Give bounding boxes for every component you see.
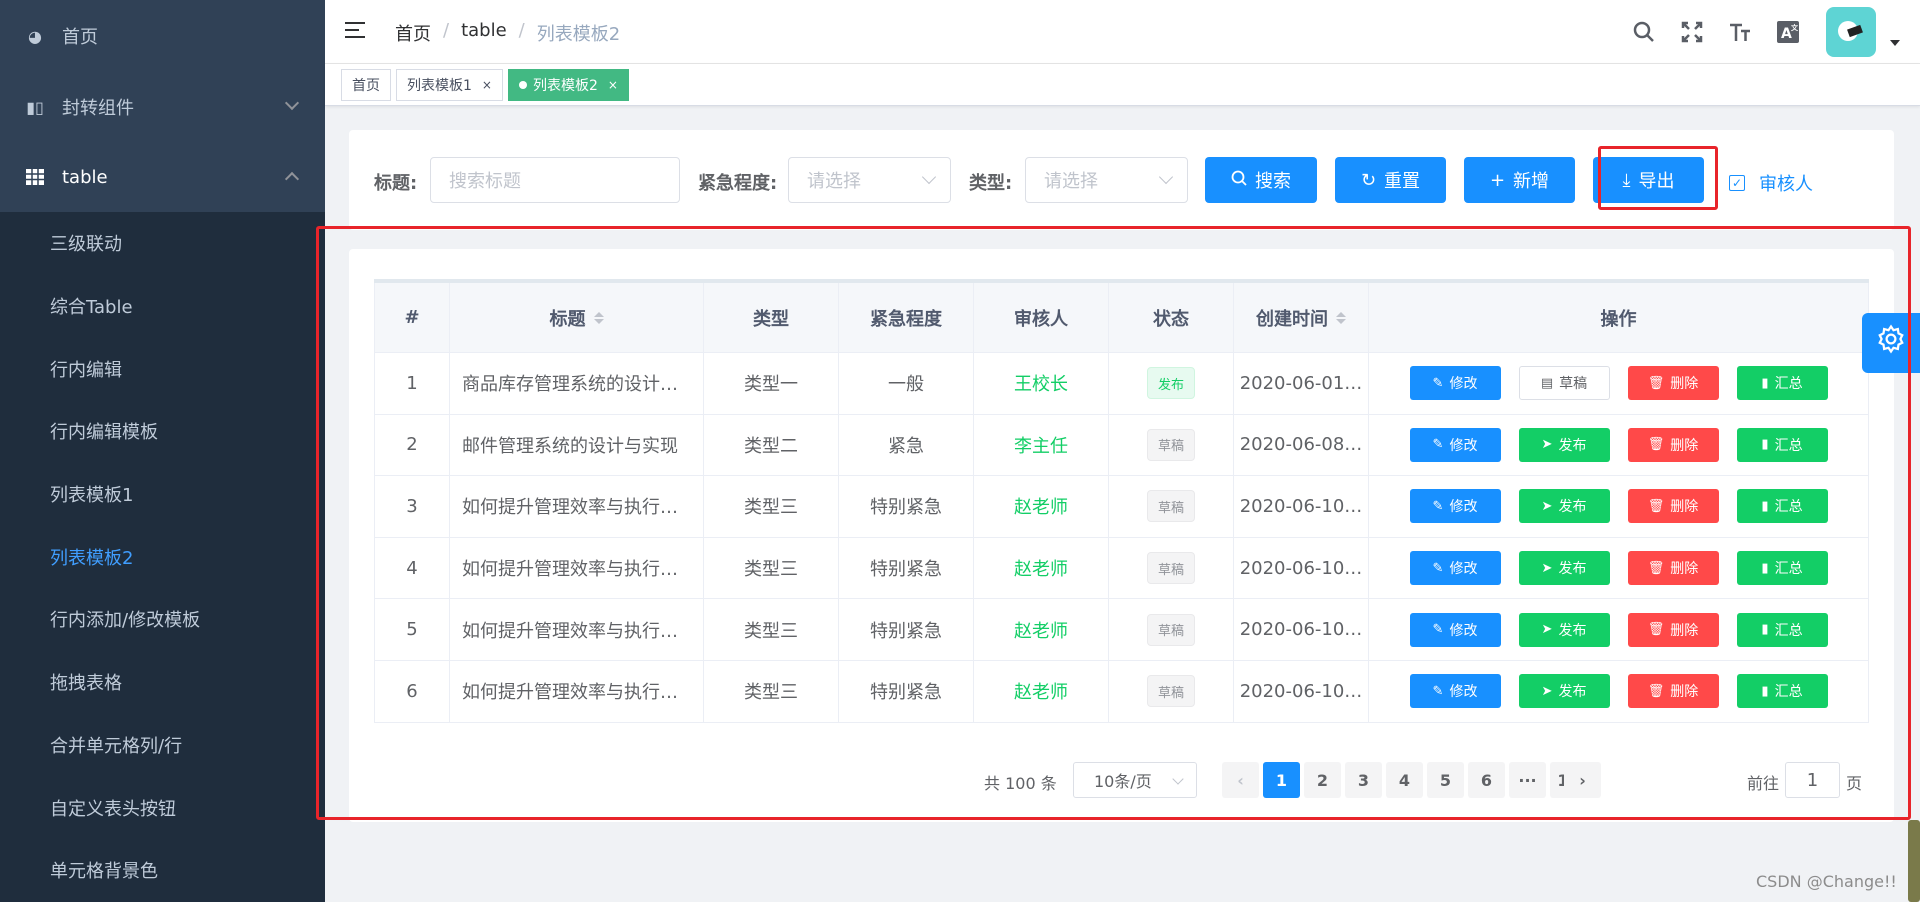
tag-list-template-1[interactable]: 列表模板1 × (396, 68, 503, 101)
export-highlight-box (1598, 146, 1718, 210)
sidebar-item-label: 单元格背景色 (50, 861, 158, 883)
sidebar-group-label: table (62, 166, 108, 188)
button-label: 新增 (1513, 171, 1550, 192)
sidebar-item-cascade[interactable]: 三级联动 (0, 212, 325, 275)
chevron-up-icon (284, 171, 300, 187)
sidebar-item-label: 列表模板1 (50, 485, 134, 507)
sidebar-item-label: 行内编辑模板 (50, 422, 158, 444)
sidebar-item-inline-edit-template[interactable]: 行内编辑模板 (0, 400, 325, 463)
fullscreen-icon[interactable] (1668, 8, 1716, 56)
table-highlight-box (316, 226, 1911, 820)
chevron-down-icon (284, 95, 300, 111)
watermark: CSDN @Change!! (1756, 872, 1897, 891)
chevron-down-icon (921, 169, 937, 185)
tag-list-template-2[interactable]: 列表模板2 × (507, 68, 629, 101)
sidebar-item-complex-table[interactable]: 综合Table (0, 275, 325, 338)
search-icon (1231, 170, 1247, 191)
sidebar-group-table[interactable]: table (0, 142, 325, 212)
sidebar-item-label: 三级联动 (50, 234, 122, 256)
breadcrumb-current: 列表模板2 (536, 24, 621, 45)
svg-text:文: 文 (1791, 23, 1799, 32)
sidebar-item-cell-bg[interactable]: 单元格背景色 (0, 839, 325, 902)
urgency-label: 紧急程度: (698, 173, 778, 194)
tag-label: 首页 (352, 77, 380, 94)
sidebar-item-list-template-1[interactable]: 列表模板1 (0, 463, 325, 526)
tags-view: 首页 列表模板1 × 列表模板2 × (325, 64, 1920, 106)
sidebar-item-label: 首页 (62, 27, 98, 48)
add-button[interactable]: + 新增 (1464, 157, 1575, 203)
dashboard-icon: ◕ (28, 26, 42, 46)
reviewer-checkbox[interactable]: ✓ 审核人 (1729, 170, 1813, 196)
tag-home[interactable]: 首页 (341, 68, 391, 101)
sidebar-item-label: 综合Table (50, 297, 133, 319)
scroll-handle[interactable] (1908, 820, 1920, 902)
header-actions: A文 (1620, 0, 1920, 64)
checkbox-checked-icon: ✓ (1729, 175, 1745, 191)
search-button[interactable]: 搜索 (1205, 157, 1317, 203)
reset-button[interactable]: ↻ 重置 (1335, 157, 1446, 203)
breadcrumb-separator: / (518, 20, 525, 41)
search-icon[interactable] (1620, 8, 1668, 56)
translate-icon[interactable]: A文 (1764, 8, 1812, 56)
button-label: 搜索 (1255, 171, 1291, 192)
sidebar: ◕ 首页 ▮▯ 封转组件 table 三级联动 综合Table 行内编辑 行内编… (0, 0, 325, 902)
chevron-down-icon (1158, 169, 1174, 185)
breadcrumb: 首页 / table / 列表模板2 (395, 20, 620, 46)
sidebar-item-label: 拖拽表格 (50, 673, 122, 695)
plus-icon: + (1489, 169, 1506, 191)
sidebar-submenu: 三级联动 综合Table 行内编辑 行内编辑模板 列表模板1 列表模板2 行内添… (0, 212, 325, 902)
breadcrumb-table[interactable]: table (461, 20, 507, 46)
title-search-input[interactable]: 搜索标题 (430, 157, 680, 203)
select-placeholder: 请选择 (1044, 171, 1098, 192)
sidebar-item-drag-table[interactable]: 拖拽表格 (0, 651, 325, 714)
hamburger-icon[interactable] (345, 22, 365, 40)
active-dot-icon (518, 80, 527, 89)
sidebar-item-list-template-2[interactable]: 列表模板2 (0, 525, 325, 588)
sidebar-item-inline-edit[interactable]: 行内编辑 (0, 337, 325, 400)
sidebar-group-label: 封转组件 (62, 98, 134, 119)
urgency-select[interactable]: 请选择 (788, 157, 951, 203)
font-size-icon[interactable] (1716, 8, 1764, 56)
caret-down-icon[interactable] (1890, 40, 1900, 46)
sidebar-item-label: 行内添加/修改模板 (50, 610, 201, 632)
navbar: 首页 / table / 列表模板2 A文 (325, 0, 1920, 64)
close-icon[interactable]: × (608, 78, 618, 92)
tag-label: 列表模板2 (532, 77, 598, 94)
tag-label: 列表模板1 (407, 77, 472, 94)
checkbox-label: 审核人 (1759, 174, 1813, 195)
type-label: 类型: (969, 173, 1013, 194)
close-icon[interactable]: × (482, 78, 492, 92)
sidebar-item-label: 合并单元格列/行 (50, 735, 183, 757)
sidebar-item-inline-add-edit[interactable]: 行内添加/修改模板 (0, 588, 325, 651)
sidebar-item-label: 行内编辑 (50, 359, 122, 381)
sidebar-item-home[interactable]: ◕ 首页 (0, 0, 325, 72)
button-label: 重置 (1384, 171, 1421, 192)
type-select[interactable]: 请选择 (1025, 157, 1188, 203)
input-placeholder: 搜索标题 (449, 171, 521, 192)
sidebar-item-label: 自定义表头按钮 (50, 798, 176, 820)
breadcrumb-home[interactable]: 首页 (395, 20, 431, 46)
sidebar-group-components[interactable]: ▮▯ 封转组件 (0, 72, 325, 142)
grid-icon (24, 168, 46, 186)
select-placeholder: 请选择 (807, 171, 861, 192)
sidebar-item-custom-header[interactable]: 自定义表头按钮 (0, 776, 325, 839)
book-icon: ▮▯ (26, 97, 44, 117)
refresh-icon: ↻ (1360, 169, 1377, 191)
breadcrumb-separator: / (443, 20, 450, 41)
sidebar-item-merge-cells[interactable]: 合并单元格列/行 (0, 714, 325, 777)
avatar[interactable] (1826, 7, 1876, 57)
sidebar-item-label: 列表模板2 (50, 547, 134, 569)
title-label: 标题: (374, 173, 418, 194)
